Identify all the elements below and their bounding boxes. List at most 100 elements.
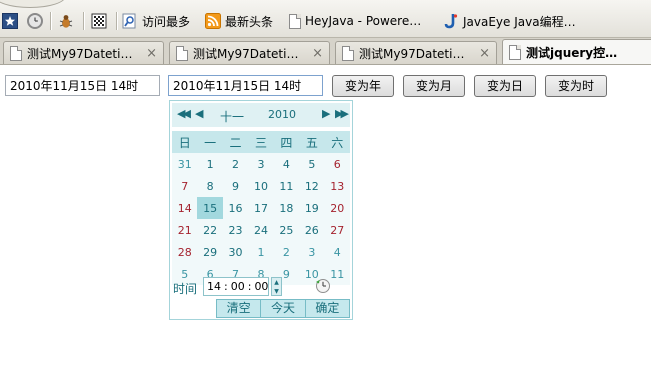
day-cell[interactable]: 4 [324,241,350,263]
clear-button[interactable]: 清空 [216,299,262,318]
day-cell[interactable]: 9 [222,175,249,197]
minute-field[interactable]: 00 [231,280,245,293]
bookmarks-toolbar: 访问最多 最新头条 HeyJava - Powere… JavaEye Java… [0,0,651,38]
picker-action-row: 清空 今天 确定 [216,299,350,318]
ok-button[interactable]: 确定 [305,299,350,318]
next-month-icon[interactable]: ▶ [322,107,330,120]
day-cell[interactable]: 2 [222,153,249,175]
weekday-row: 日 一 二 三 四 五 六 [172,131,350,153]
time-spinner[interactable]: ▲ ▼ [271,277,282,296]
day-cell[interactable]: 21 [172,219,198,241]
bookmark-most-visited[interactable]: 访问最多 [122,12,190,30]
day-cell[interactable]: 1 [197,153,223,175]
date-input-second[interactable] [168,75,323,96]
selected-day-cell[interactable]: 15 [197,197,223,219]
hour-field[interactable]: 14 [207,280,221,293]
day-cell[interactable]: 23 [222,219,249,241]
tab-my97-2[interactable]: 测试My97Dateti… × [169,41,330,64]
page-icon [509,45,521,60]
day-cell[interactable]: 29 [197,241,223,263]
day-cell[interactable]: 11 [273,175,300,197]
toolbar-separator [50,12,52,30]
bookmark-label: HeyJava - Powere… [305,14,422,28]
firebug-icon[interactable] [58,13,74,29]
history-clock-icon[interactable] [27,13,43,29]
weekday-label: 一 [197,131,223,153]
day-cell[interactable]: 28 [172,241,198,263]
tab-strip: 测试My97Dateti… × 测试My97Dateti… × 测试My97Da… [0,38,651,65]
close-icon[interactable]: × [146,46,157,61]
back-button-rim[interactable] [0,0,66,8]
day-cell[interactable]: 22 [197,219,223,241]
week-row: 21 22 23 24 25 26 27 [172,219,350,241]
to-day-button[interactable]: 变为日 [474,75,536,97]
page-icon [176,45,188,61]
close-icon[interactable]: × [479,46,490,61]
day-cell[interactable]: 3 [248,153,274,175]
tab-my97-3[interactable]: 测试My97Dateti… × [335,41,497,64]
day-cell[interactable]: 20 [324,197,350,219]
day-cell[interactable]: 10 [248,175,274,197]
day-cell[interactable]: 30 [222,241,249,263]
to-month-button[interactable]: 变为月 [403,75,465,97]
page-icon [10,45,22,61]
qr-grid-icon[interactable] [91,13,107,29]
day-cell[interactable]: 27 [324,219,350,241]
weekday-label: 五 [299,131,325,153]
next-year-icon[interactable]: ▶▶ [335,107,349,120]
day-cell[interactable]: 16 [222,197,249,219]
day-cell[interactable]: 3 [299,241,325,263]
day-cell[interactable]: 5 [299,153,325,175]
second-field[interactable]: 00 [254,280,268,293]
day-cell[interactable]: 13 [324,175,350,197]
month-label[interactable]: 十一 [220,108,244,125]
today-button[interactable]: 今天 [261,299,306,318]
date-input-first[interactable] [5,75,160,96]
day-cell[interactable]: 31 [172,153,198,175]
day-cell[interactable]: 18 [273,197,300,219]
close-icon[interactable]: × [312,46,323,61]
bookmarks-star-icon[interactable] [2,13,18,29]
prev-year-icon[interactable]: ◀◀ [177,107,191,120]
calendar-grid: 日 一 二 三 四 五 六 31 1 2 3 4 5 6 7 8 9 10 11… [172,131,350,285]
bookmark-label: 访问最多 [142,14,191,29]
day-cell[interactable]: 4 [273,153,300,175]
bookmark-label: JavaEye Java编程… [463,14,576,29]
date-picker: ◀◀ ◀ 十一 2010 ▶ ▶▶ 日 一 二 三 四 五 六 31 1 2 3 [169,100,353,320]
day-cell[interactable]: 8 [197,175,223,197]
day-cell[interactable]: 25 [273,219,300,241]
spin-up-icon[interactable]: ▲ [272,278,281,287]
year-label[interactable]: 2010 [268,108,296,121]
day-cell[interactable]: 24 [248,219,274,241]
day-cell[interactable]: 1 [248,241,274,263]
tab-jquery-active[interactable]: 测试jquery控… [502,39,651,64]
day-cell[interactable]: 17 [248,197,274,219]
day-cell[interactable]: 6 [324,153,350,175]
tab-label: 测试jquery控… [526,46,618,60]
day-cell[interactable]: 19 [299,197,325,219]
spin-down-icon[interactable]: ▼ [272,287,281,296]
weekday-label: 日 [172,131,198,153]
day-cell[interactable]: 2 [273,241,300,263]
tab-my97-1[interactable]: 测试My97Dateti… × [3,41,164,64]
tab-label: 测试My97Dateti… [193,46,299,61]
bookmark-label: 最新头条 [225,14,274,29]
time-row: 时间 14 : 00 : 00 ▲ ▼ [172,277,350,297]
page-icon [342,45,354,61]
day-cell[interactable]: 12 [299,175,325,197]
bookmark-heyjava[interactable]: HeyJava - Powere… [289,12,421,30]
to-hour-button[interactable]: 变为时 [545,75,607,97]
day-cell[interactable]: 14 [172,197,198,219]
time-separator: : [224,280,228,293]
day-cell[interactable]: 26 [299,219,325,241]
bookmark-javaeye[interactable]: JavaEye Java编程… [443,12,576,30]
week-row: 28 29 30 1 2 3 4 [172,241,350,263]
day-cell[interactable]: 7 [172,175,198,197]
bookmark-latest-headlines[interactable]: 最新头条 [205,12,273,30]
clock-icon[interactable] [315,278,331,294]
time-input[interactable]: 14 : 00 : 00 [203,277,269,296]
weekday-label: 三 [248,131,274,153]
rss-feed-icon [205,13,221,29]
to-year-button[interactable]: 变为年 [332,75,394,97]
prev-month-icon[interactable]: ◀ [195,107,203,120]
